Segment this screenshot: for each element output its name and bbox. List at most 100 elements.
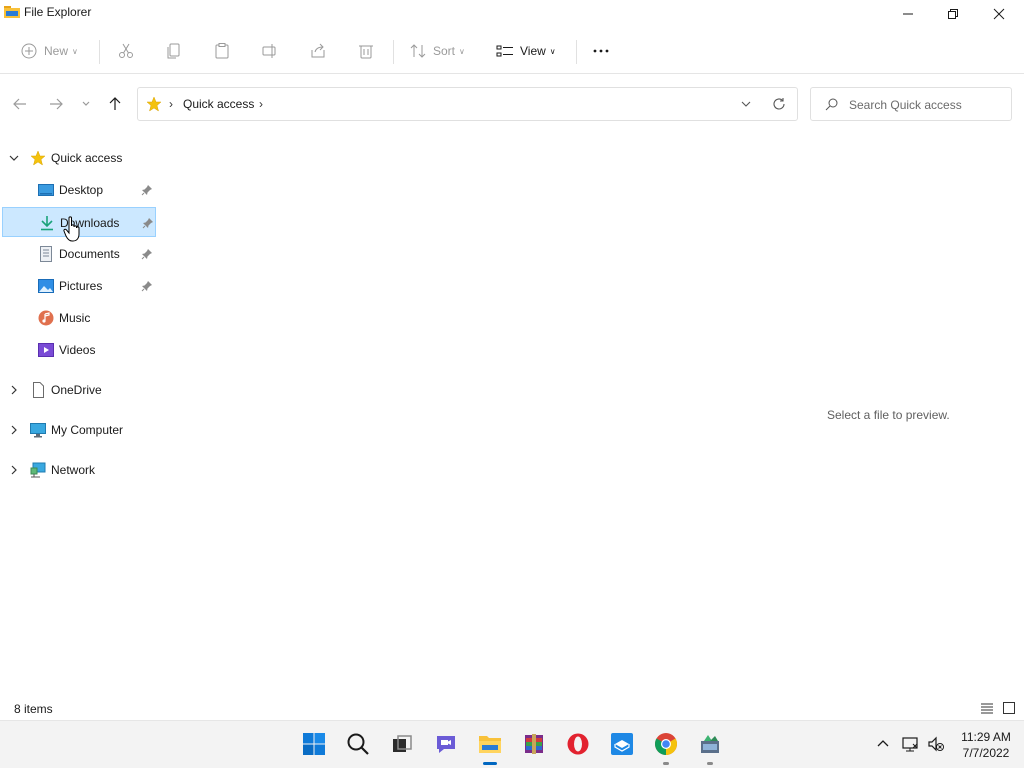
copy-icon (167, 43, 180, 59)
chevron-right-icon[interactable] (9, 385, 19, 395)
plus-circle-icon (21, 43, 37, 59)
taskbar-opera[interactable] (565, 731, 591, 757)
tray-overflow-chevron-up-icon[interactable] (874, 735, 892, 753)
sidebar-item-label: Desktop (59, 183, 104, 197)
search-icon (825, 98, 838, 111)
network-status-icon[interactable] (901, 735, 919, 753)
start-button[interactable] (301, 731, 327, 757)
videos-icon (38, 343, 54, 357)
chevron-down-icon: ∨ (549, 46, 556, 56)
sidebar-item-label: Videos (59, 343, 96, 357)
delete-button[interactable] (357, 40, 375, 62)
minimize-button[interactable] (885, 0, 931, 28)
restore-button[interactable] (930, 0, 976, 28)
clipboard-icon (215, 43, 229, 59)
chevron-down-icon (82, 101, 90, 106)
app-box-icon (611, 733, 633, 755)
search-icon (347, 733, 369, 755)
cut-button[interactable] (117, 40, 135, 62)
rename-button[interactable] (261, 40, 279, 62)
close-icon (993, 8, 1005, 20)
window-title: File Explorer (24, 5, 92, 19)
taskbar: 11:29 AM 7/7/2022 (0, 720, 1024, 768)
back-button[interactable] (10, 94, 30, 114)
restore-icon (948, 9, 958, 19)
pin-icon[interactable] (141, 280, 153, 292)
large-icons-view-icon[interactable] (1002, 701, 1016, 715)
chevron-right-icon[interactable] (9, 465, 19, 475)
arrow-up-icon (109, 97, 121, 110)
chrome-icon (655, 733, 677, 755)
network-icon (30, 462, 46, 478)
sidebar-item-label: Music (59, 311, 91, 325)
taskbar-file-explorer[interactable] (477, 731, 503, 765)
new-label: New (44, 44, 69, 58)
navigation-row: › Quick access › (0, 76, 1024, 132)
address-dropdown-icon[interactable] (740, 98, 752, 110)
taskbar-app[interactable] (609, 731, 635, 757)
sort-button[interactable]: Sort ∨ (409, 40, 465, 62)
chevron-right-icon[interactable] (9, 425, 19, 435)
paste-button[interactable] (213, 40, 231, 62)
clock-date: 7/7/2022 (962, 746, 1010, 760)
pin-icon[interactable] (141, 184, 153, 196)
task-view-button[interactable] (389, 731, 415, 757)
divider (99, 40, 100, 64)
sidebar-item-onedrive[interactable]: OneDrive (0, 375, 158, 405)
sidebar-item-desktop[interactable]: Desktop (0, 175, 158, 205)
sidebar-item-label: My Computer (51, 423, 124, 437)
more-options-button[interactable] (592, 40, 610, 62)
clock-time: 11:29 AM (961, 730, 1011, 744)
close-button[interactable] (976, 0, 1022, 28)
sort-icon (410, 44, 426, 58)
chat-button[interactable] (433, 731, 459, 757)
breadcrumb-quick-access[interactable]: Quick access (183, 97, 254, 111)
breadcrumb-separator[interactable]: › (259, 97, 263, 111)
folder-icon (479, 736, 501, 753)
refresh-icon[interactable] (772, 97, 786, 111)
star-icon (146, 96, 162, 112)
search-input[interactable] (849, 96, 1004, 114)
address-bar[interactable]: › Quick access › (137, 87, 798, 121)
new-button[interactable]: New ∨ (20, 40, 78, 62)
sidebar-item-label: Network (51, 463, 96, 477)
up-button[interactable] (105, 94, 125, 114)
folder-app-icon (4, 6, 20, 18)
pin-icon[interactable] (142, 217, 154, 229)
chevron-down-icon: ∨ (459, 46, 465, 56)
item-count: 8 items (14, 702, 53, 716)
forward-button[interactable] (46, 94, 66, 114)
recent-locations-button[interactable] (76, 94, 96, 114)
taskbar-chrome[interactable] (653, 731, 679, 765)
sidebar-item-videos[interactable]: Videos (0, 335, 158, 365)
sidebar-item-quick-access[interactable]: Quick access (0, 143, 158, 173)
rename-icon (262, 44, 276, 58)
system-clock[interactable]: 11:29 AM 7/7/2022 (958, 729, 1014, 761)
search-box[interactable] (810, 87, 1012, 121)
pin-icon[interactable] (141, 248, 153, 260)
arrow-right-icon (50, 98, 63, 110)
taskbar-app-green[interactable] (697, 731, 723, 765)
details-view-icon[interactable] (980, 701, 994, 715)
share-button[interactable] (309, 40, 327, 62)
sidebar-item-my-computer[interactable]: My Computer (0, 415, 158, 445)
volume-muted-icon[interactable] (927, 735, 945, 753)
sidebar-item-documents[interactable]: Documents (0, 239, 158, 269)
status-bar: 8 items (0, 698, 1024, 720)
star-icon (30, 150, 46, 166)
breadcrumb-separator[interactable]: › (169, 97, 173, 111)
sidebar-item-pictures[interactable]: Pictures (0, 271, 158, 301)
chevron-down-icon[interactable] (9, 153, 19, 163)
view-label: View (520, 44, 546, 58)
view-icon (496, 45, 513, 57)
computer-icon (30, 423, 46, 438)
sidebar-item-music[interactable]: Music (0, 303, 158, 333)
sidebar-item-label: Documents (59, 247, 120, 261)
taskbar-search-button[interactable] (345, 731, 371, 757)
sidebar-item-network[interactable]: Network (0, 455, 158, 485)
copy-button[interactable] (165, 40, 183, 62)
archive-icon (525, 734, 543, 754)
taskbar-winrar[interactable] (521, 731, 547, 757)
view-button[interactable]: View ∨ (496, 40, 556, 62)
opera-icon (567, 733, 589, 755)
